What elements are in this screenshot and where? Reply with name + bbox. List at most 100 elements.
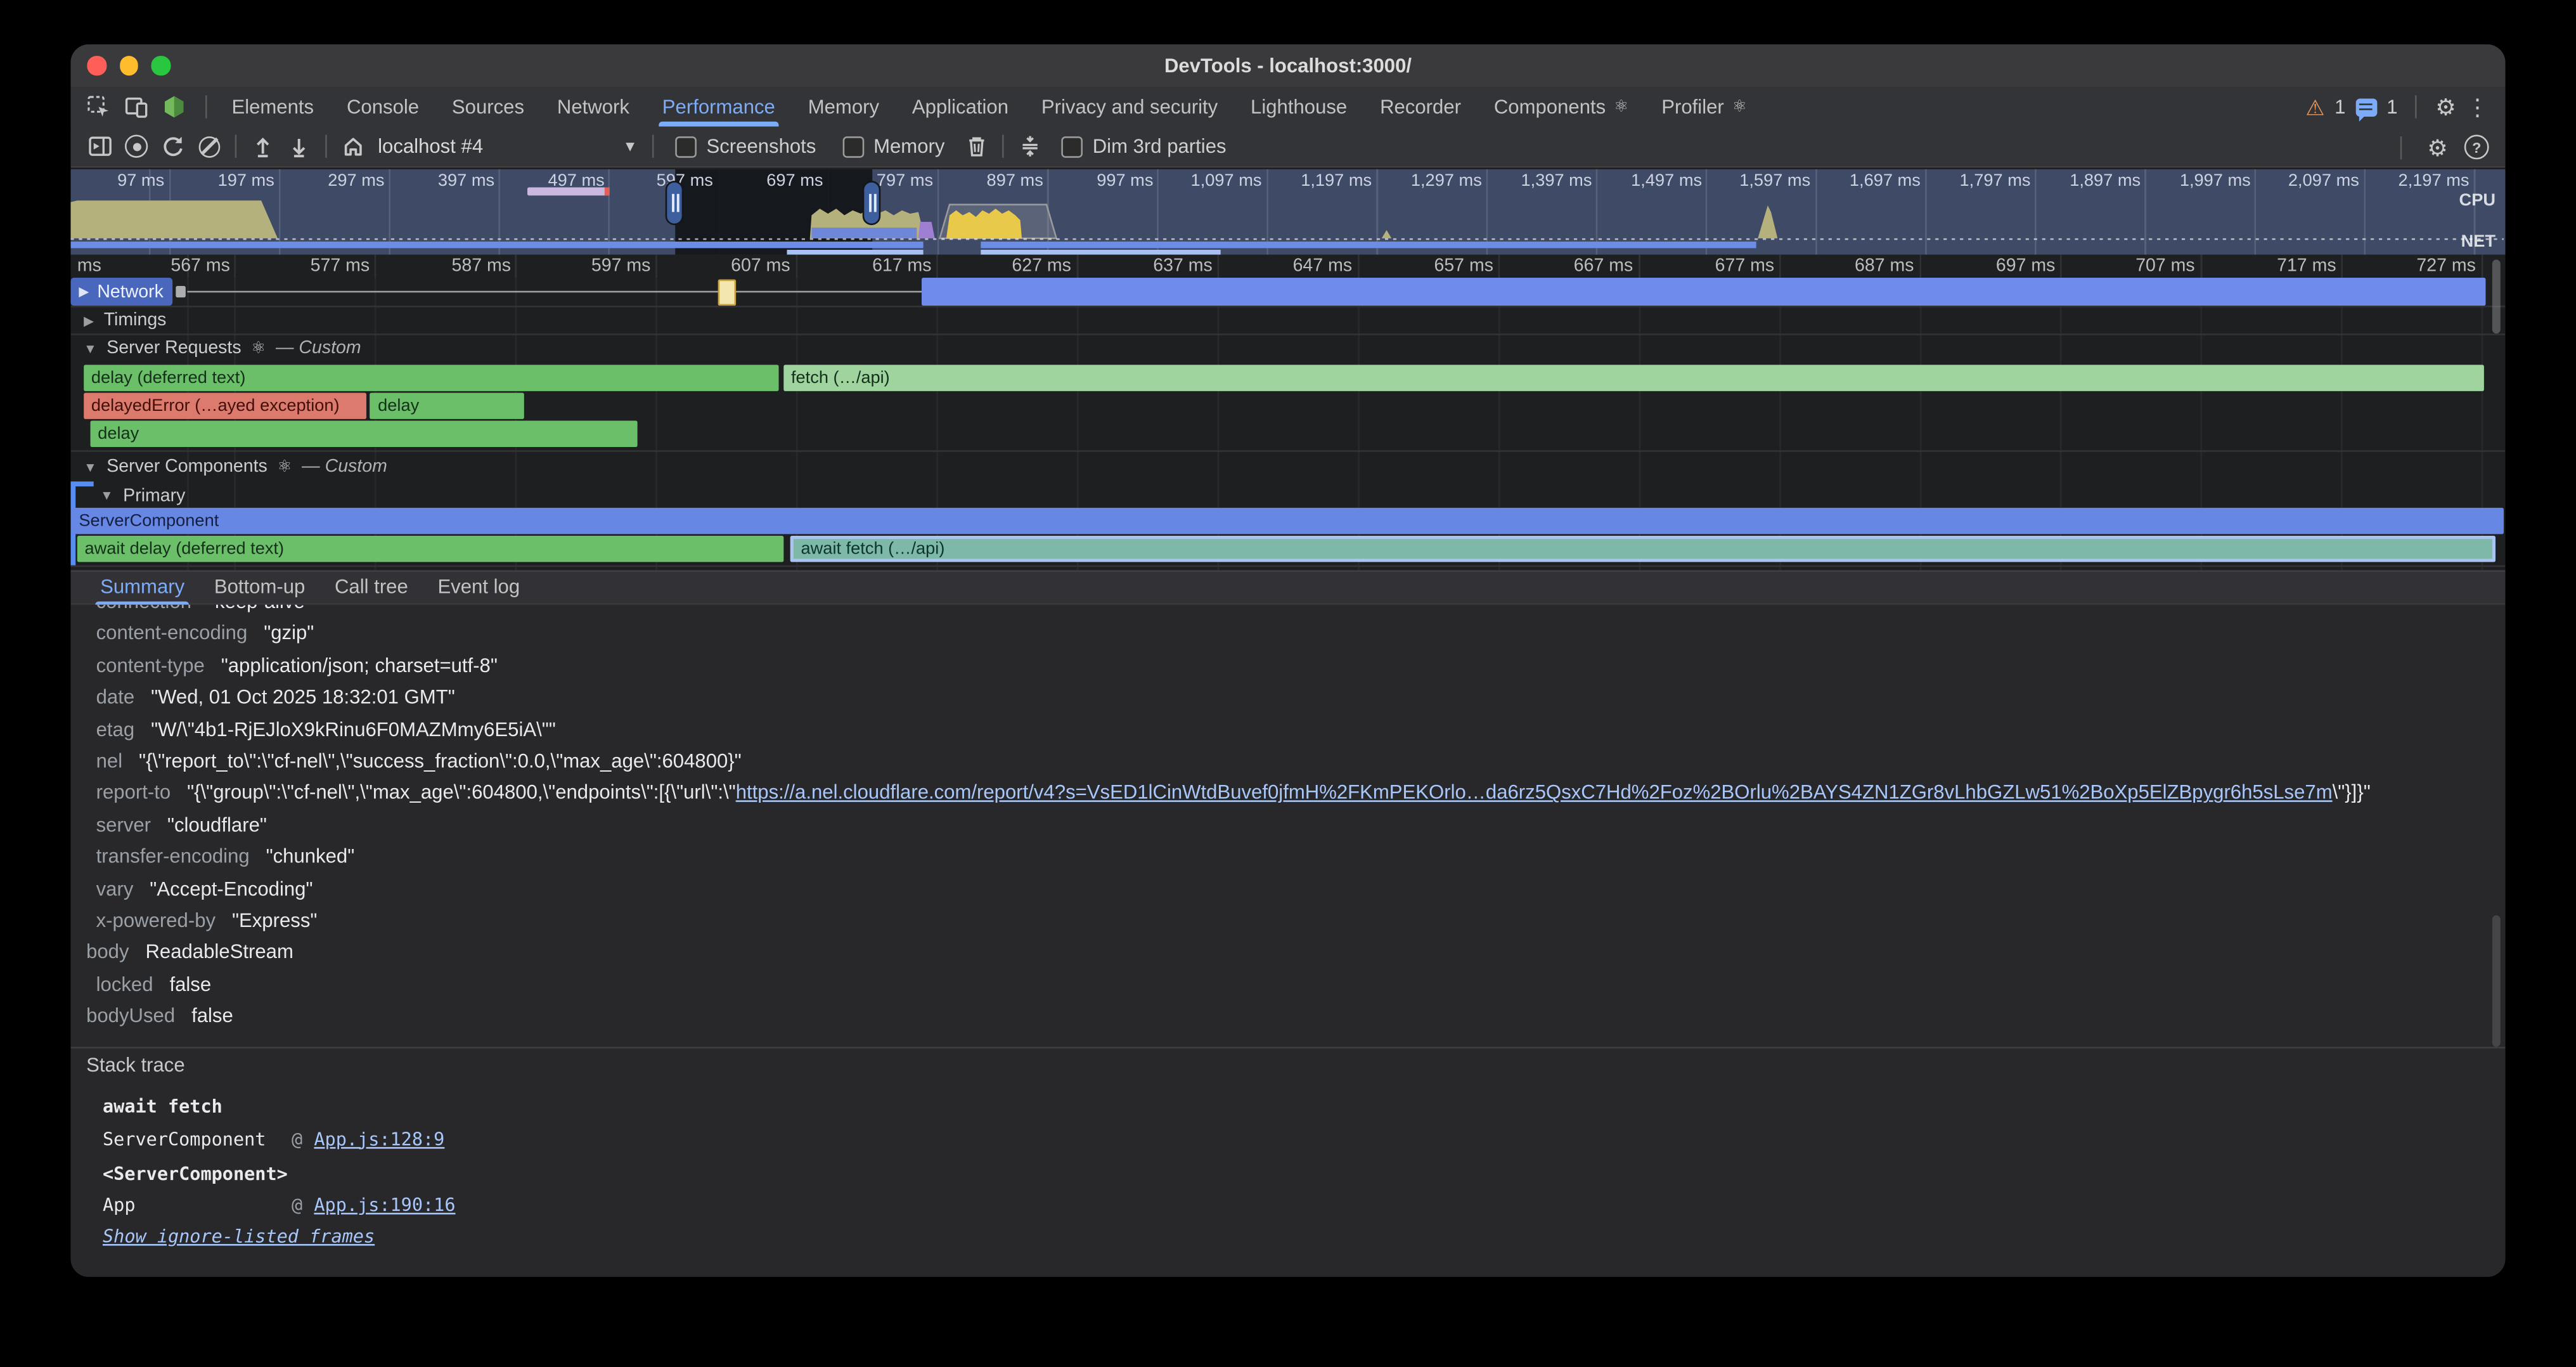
header-row: transfer-encoding"chunked"	[70, 842, 2505, 874]
divider	[2401, 136, 2403, 159]
overview-tick: 197 ms	[176, 171, 274, 191]
stack-frame-source-link[interactable]: App.js:128:9	[314, 1124, 444, 1155]
flame-bar-delay[interactable]: delay	[89, 421, 636, 447]
help-icon[interactable]: ?	[2464, 135, 2489, 160]
flame-bar-delay[interactable]: delay	[370, 392, 524, 418]
stack-frame-source-link[interactable]: App.js:190:16	[314, 1189, 455, 1221]
flame-bar-server-component[interactable]: ServerComponent	[70, 508, 2504, 534]
checkbox-box[interactable]	[675, 136, 697, 157]
overview-tick: 297 ms	[286, 171, 385, 191]
overview-tick: 697 ms	[724, 171, 823, 191]
memory-checkbox[interactable]: Memory	[842, 135, 945, 158]
overview-tick: 1,297 ms	[1383, 171, 1482, 191]
warning-icon[interactable]: ⚠	[2305, 96, 2324, 118]
flame-bar-delayed-error[interactable]: delayedError (…ayed exception)	[83, 392, 366, 418]
ruler-tick: 637 ms	[1114, 256, 1213, 276]
timeline-overview[interactable]: 97 ms 197 ms 297 ms 397 ms 497 ms 597 ms…	[70, 169, 2505, 255]
ruler-tick: 607 ms	[692, 256, 790, 276]
tab-call-tree[interactable]: Call tree	[320, 572, 423, 603]
clear-button[interactable]	[191, 130, 227, 163]
kebab-menu-icon[interactable]: ⋮	[2466, 95, 2489, 118]
tab-event-log[interactable]: Event log	[423, 572, 534, 603]
overview-tick: 2,197 ms	[2371, 171, 2470, 191]
home-icon[interactable]	[335, 130, 371, 163]
inspect-element-icon[interactable]	[82, 91, 115, 124]
divider	[70, 306, 2505, 308]
flame-bar-await-delay[interactable]: await delay (deferred text)	[77, 536, 783, 562]
collapse-sections-icon[interactable]	[1012, 130, 1048, 163]
settings-gear-icon[interactable]: ⚙	[2435, 95, 2456, 118]
network-track-header[interactable]: ▶ Network	[70, 278, 172, 306]
overview-tick: 1,097 ms	[1163, 171, 1262, 191]
screenshots-checkbox[interactable]: Screenshots	[675, 135, 816, 158]
tab-components[interactable]: Components⚛	[1478, 88, 1645, 126]
tab-elements[interactable]: Elements	[216, 88, 331, 126]
header-key: vary	[70, 874, 133, 905]
issues-icon[interactable]	[2355, 98, 2377, 116]
divider	[70, 566, 2505, 567]
tab-sources[interactable]: Sources	[435, 88, 541, 126]
server-requests-track-header[interactable]: ▼ Server Requests ⚛ — Custom	[84, 335, 361, 361]
timings-track-label: Timings	[104, 311, 167, 330]
device-toolbar-icon[interactable]	[120, 91, 153, 124]
ruler-tick: 617 ms	[833, 256, 932, 276]
range-handle-left[interactable]	[666, 181, 684, 225]
details-pane-tabbar: Summary Bottom-up Call tree Event log	[70, 570, 2505, 604]
flamechart-tracks[interactable]: ▶ Network ▶ Timings ▼ Server Requests ⚛ …	[70, 278, 2505, 570]
report-to-url-link[interactable]: https://a.nel.cloudflare.com/report/v4?s…	[736, 781, 2333, 804]
vertical-scrollbar[interactable]	[2492, 260, 2501, 334]
primary-group-label: Primary	[123, 486, 185, 505]
flame-bar-delay-deferred[interactable]: delay (deferred text)	[83, 365, 778, 391]
tab-privacy-and-security[interactable]: Privacy and security	[1025, 88, 1234, 126]
tab-memory[interactable]: Memory	[792, 88, 896, 126]
network-track[interactable]: ▶ Network	[70, 278, 2505, 306]
overview-tick: 397 ms	[396, 171, 495, 191]
memory-label: Memory	[873, 135, 944, 158]
ruler-tick: 667 ms	[1535, 256, 1633, 276]
server-components-track-label: Server Components	[106, 457, 267, 477]
reload-and-record-button[interactable]	[155, 130, 191, 163]
flame-bar-await-fetch-selected[interactable]: await fetch (…/api)	[789, 536, 2494, 562]
divider	[1002, 135, 1004, 158]
timings-track-header[interactable]: ▶ Timings	[84, 308, 166, 334]
tab-recorder[interactable]: Recorder	[1363, 88, 1478, 126]
ruler-tick: 717 ms	[2238, 256, 2336, 276]
flame-bar-fetch-api[interactable]: fetch (…/api)	[783, 365, 2483, 391]
show-ignore-listed-frames-link[interactable]: Show ignore-listed frames	[103, 1221, 375, 1252]
divider	[70, 334, 2505, 335]
tab-profiler[interactable]: Profiler⚛	[1645, 88, 1763, 126]
overview-tick: 97 ms	[70, 171, 164, 191]
range-handle-right[interactable]	[863, 181, 881, 225]
ruler-tick: 647 ms	[1254, 256, 1353, 276]
load-profile-icon[interactable]	[245, 130, 281, 163]
tab-performance[interactable]: Performance	[646, 88, 792, 126]
header-value: "gzip"	[264, 622, 314, 645]
tab-lighthouse[interactable]: Lighthouse	[1234, 88, 1363, 126]
overview-tick: 1,797 ms	[1932, 171, 2031, 191]
summary-pane[interactable]: connection"keep-alive" content-encoding"…	[70, 605, 2505, 1277]
toggle-sidebar-icon[interactable]	[82, 130, 119, 163]
header-value: "Accept-Encoding"	[150, 877, 312, 900]
header-key: server	[70, 810, 151, 841]
tab-summary[interactable]: Summary	[86, 572, 200, 603]
checkbox-box[interactable]	[842, 136, 864, 157]
tab-console[interactable]: Console	[330, 88, 435, 126]
tab-application[interactable]: Application	[896, 88, 1025, 126]
record-button[interactable]	[119, 130, 155, 163]
network-request-short[interactable]	[717, 278, 735, 304]
chevron-right-icon: ▶	[79, 284, 89, 299]
track-grip-handle[interactable]	[176, 286, 186, 297]
node-icon[interactable]	[158, 91, 191, 124]
history-dropdown[interactable]: localhost #4 ▼	[378, 135, 638, 158]
capture-settings-gear-icon[interactable]: ⚙	[2427, 136, 2448, 159]
dim-3rd-parties-checkbox[interactable]: Dim 3rd parties	[1061, 135, 1226, 158]
collect-garbage-icon[interactable]	[958, 130, 994, 163]
save-profile-icon[interactable]	[281, 130, 317, 163]
tab-bottom-up[interactable]: Bottom-up	[200, 572, 320, 603]
network-request-long[interactable]	[921, 278, 2485, 306]
server-components-track-header[interactable]: ▼ Server Components ⚛ — Custom	[84, 453, 387, 479]
vertical-scrollbar[interactable]	[2492, 916, 2501, 1047]
tab-network[interactable]: Network	[541, 88, 646, 126]
primary-group-header[interactable]: ▼ Primary	[100, 483, 185, 508]
checkbox-box[interactable]	[1061, 136, 1083, 157]
